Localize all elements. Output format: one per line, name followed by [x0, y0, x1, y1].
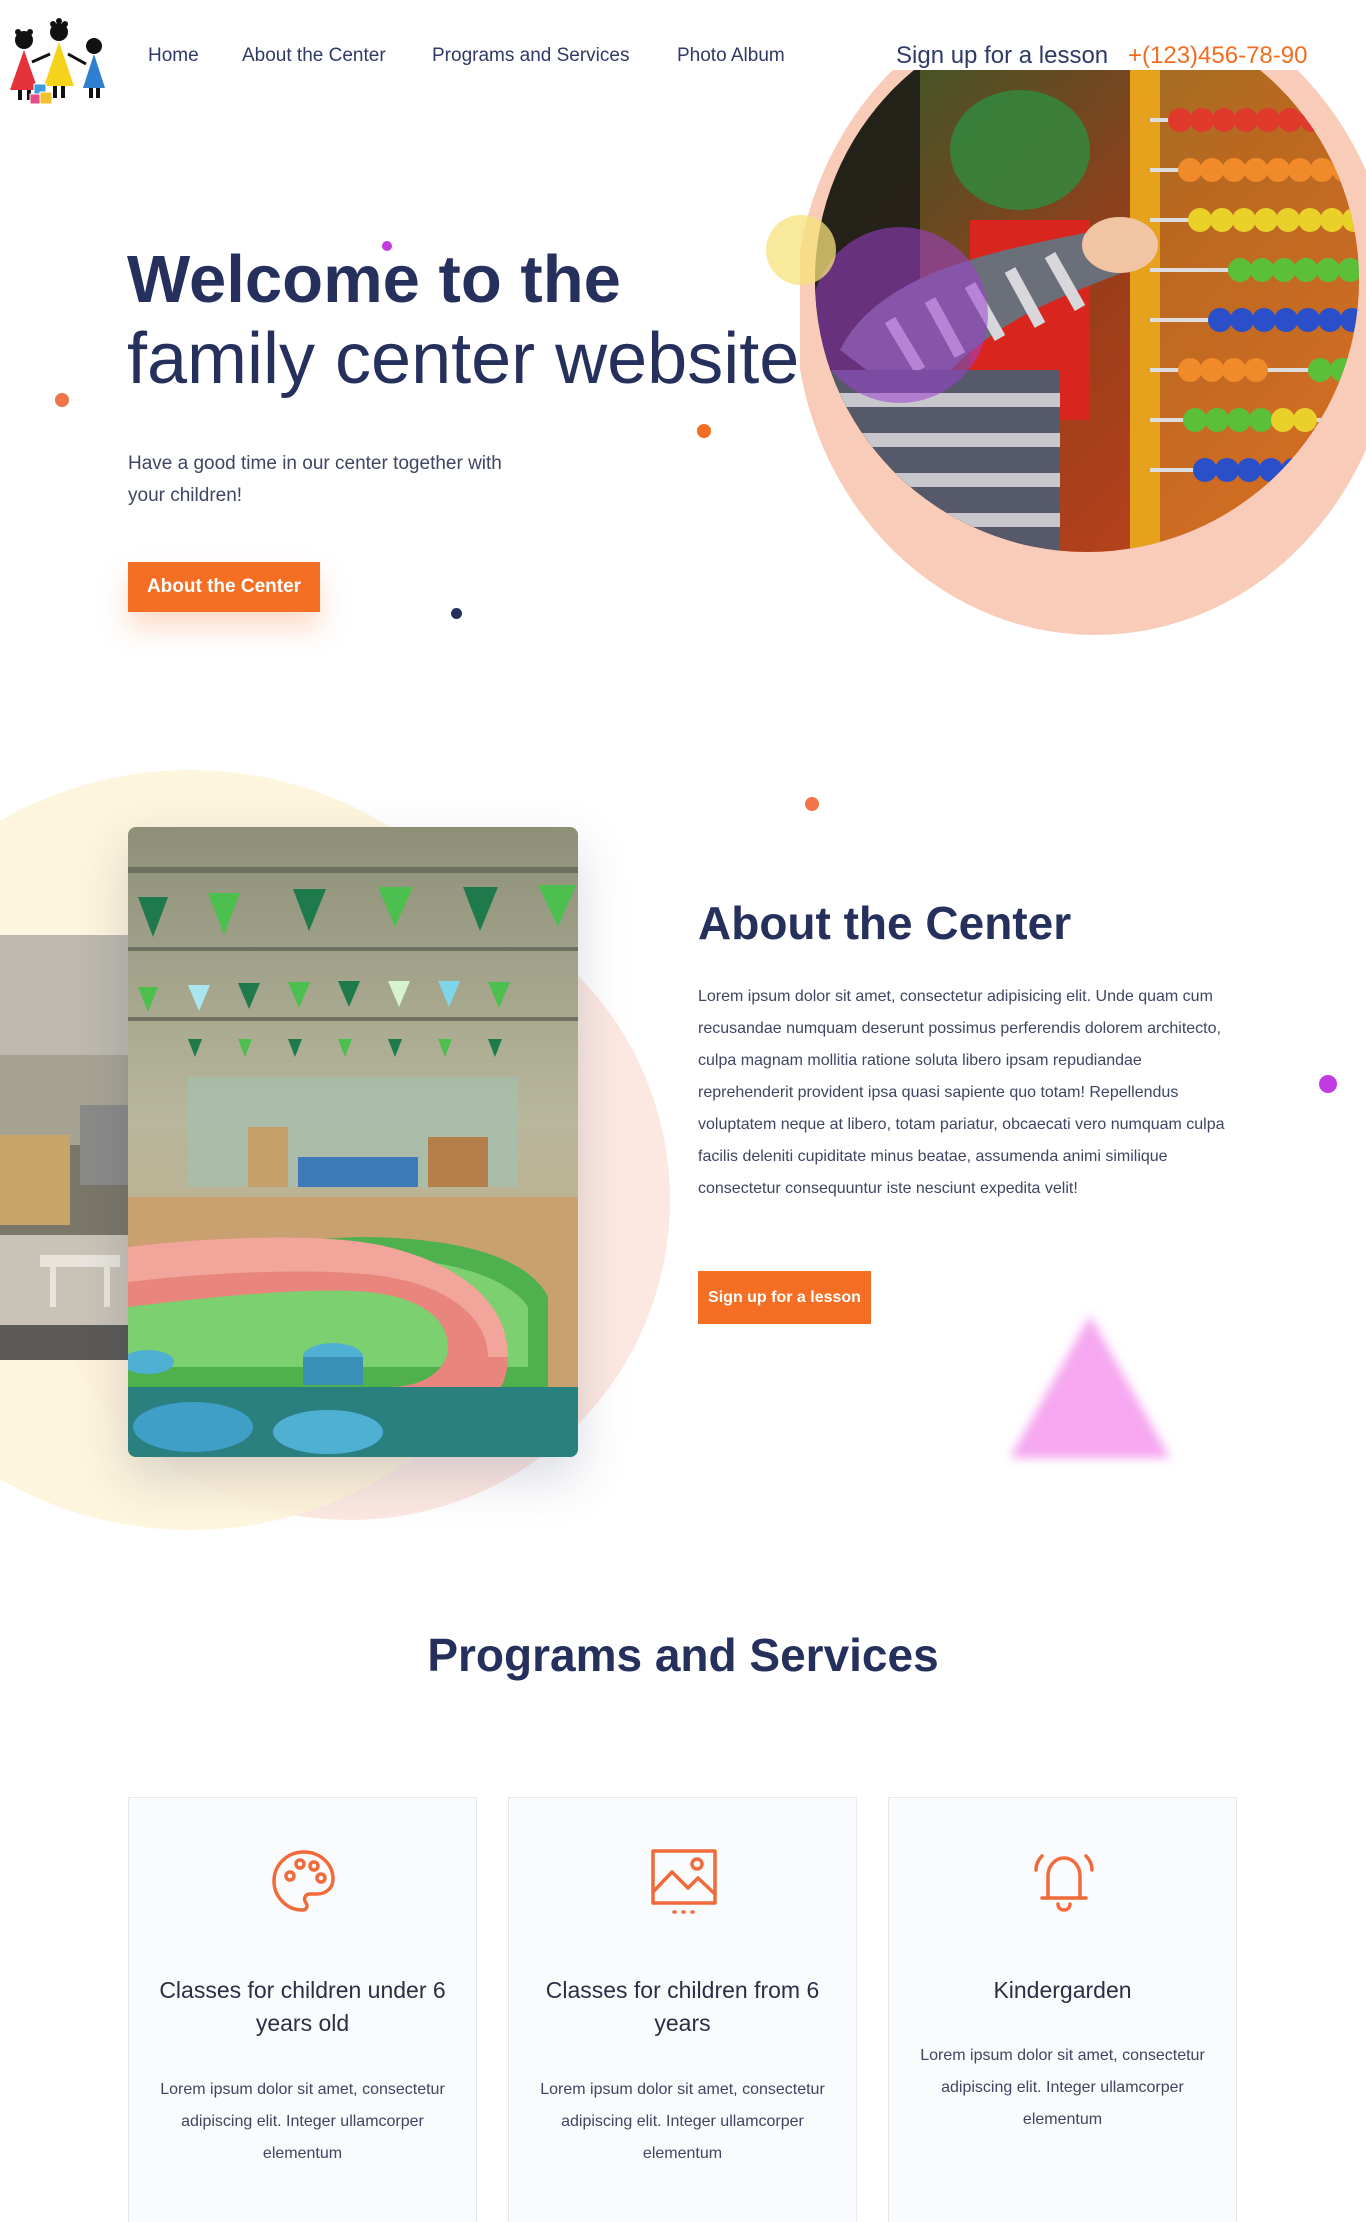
hero-image: [800, 70, 1366, 635]
decor-orange-dot: [55, 393, 69, 407]
logo-icon[interactable]: [4, 12, 114, 104]
nav-signup-link[interactable]: Sign up for a lesson: [896, 42, 1108, 70]
decor-orange-dot: [805, 797, 819, 811]
decor-purple-dot: [1319, 1075, 1337, 1093]
decor-navy-dot: [451, 608, 462, 619]
programs-section-title: Programs and Services: [427, 1629, 939, 1681]
program-card-title: Kindergarden: [993, 1977, 1132, 2003]
bell-icon: [1034, 1854, 1094, 1912]
about-the-center-button[interactable]: About the Center: [128, 562, 320, 612]
decor-orange-dot: [697, 424, 711, 438]
program-card-title: Classes for children from 6 years: [545, 1977, 820, 2036]
palette-icon: [272, 1850, 335, 1912]
top-navigation: Home About the Center Programs and Servi…: [0, 0, 1366, 114]
nav-link-home[interactable]: Home: [148, 45, 199, 67]
program-card[interactable]: Classes for children from 6 years Lorem …: [508, 1797, 857, 2222]
nav-phone-link[interactable]: +(123)456-78-90: [1128, 42, 1307, 70]
hero-title-bold: Welcome to the: [127, 242, 621, 317]
program-card-text: Lorem ipsum dolor sit amet, consectetur …: [160, 2081, 445, 2162]
nav-link-photo-album[interactable]: Photo Album: [677, 45, 785, 67]
program-card[interactable]: Classes for children under 6 years old L…: [128, 1797, 477, 2222]
hero-title-light: family center website: [127, 319, 800, 399]
hero-subtitle: Have a good time in our center together …: [128, 453, 502, 506]
about-description: Lorem ipsum dolor sit amet, consectetur …: [698, 988, 1225, 1197]
classroom-image: [128, 827, 578, 1457]
program-card[interactable]: Kindergarden Lorem ipsum dolor sit amet,…: [888, 1797, 1237, 2222]
program-card-title: Classes for children under 6 years old: [159, 1977, 446, 2036]
program-card-text: Lorem ipsum dolor sit amet, consectetur …: [540, 2081, 825, 2162]
nav-link-about[interactable]: About the Center: [242, 45, 386, 67]
decor-yellow-circle: [766, 215, 836, 285]
image-icon: [651, 1849, 717, 1914]
decor-pink-triangle: [1010, 1315, 1170, 1458]
sign-up-for-a-lesson-button[interactable]: Sign up for a lesson: [698, 1271, 871, 1324]
about-section-title: About the Center: [698, 897, 1072, 949]
nav-link-programs[interactable]: Programs and Services: [432, 45, 629, 67]
program-card-text: Lorem ipsum dolor sit amet, consectetur …: [920, 2047, 1205, 2128]
